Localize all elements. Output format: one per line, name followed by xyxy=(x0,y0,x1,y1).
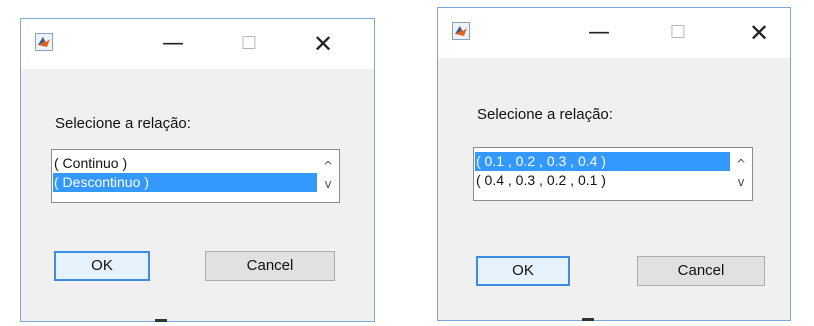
resize-grip-icon xyxy=(155,319,167,322)
resize-grip-icon xyxy=(582,318,594,321)
scroll-up-arrow-icon[interactable]: ^ xyxy=(731,155,751,173)
minimize-button[interactable]: — xyxy=(153,29,193,59)
cancel-button[interactable]: Cancel xyxy=(637,256,765,286)
matlab-logo-icon xyxy=(452,22,470,40)
relation-listbox[interactable]: ( 0.1 , 0.2 , 0.3 , 0.4 ) ( 0.4 , 0.3 , … xyxy=(473,147,753,201)
dialog-continuity: — ☐ ✕ Selecione a relação: ( Continuo ) … xyxy=(20,18,375,322)
vertical-scrollbar[interactable]: ^ v xyxy=(318,151,338,201)
list-item-selected[interactable]: ( Descontinuo ) xyxy=(53,173,317,192)
titlebar[interactable]: — ☐ ✕ xyxy=(21,19,374,69)
list-item-selected[interactable]: ( 0.1 , 0.2 , 0.3 , 0.4 ) xyxy=(475,152,730,171)
close-button[interactable]: ✕ xyxy=(739,18,779,48)
scroll-down-arrow-icon[interactable]: v xyxy=(318,175,338,193)
ok-button[interactable]: OK xyxy=(476,256,570,286)
ok-button[interactable]: OK xyxy=(54,251,150,281)
maximize-button[interactable]: ☐ xyxy=(229,29,269,59)
maximize-button[interactable]: ☐ xyxy=(658,18,698,48)
list-item[interactable]: ( Continuo ) xyxy=(53,154,317,173)
dialog-weights: — ☐ ✕ Selecione a relação: ( 0.1 , 0.2 ,… xyxy=(437,7,791,321)
titlebar[interactable]: — ☐ ✕ xyxy=(438,8,790,58)
relation-listbox[interactable]: ( Continuo ) ( Descontinuo ) ^ v xyxy=(51,149,340,203)
scroll-up-arrow-icon[interactable]: ^ xyxy=(318,157,338,175)
matlab-logo-icon xyxy=(35,33,53,51)
prompt-label: Selecione a relação: xyxy=(477,106,613,123)
prompt-label: Selecione a relação: xyxy=(55,115,191,132)
list-item[interactable]: ( 0.4 , 0.3 , 0.2 , 0.1 ) xyxy=(475,171,730,190)
vertical-scrollbar[interactable]: ^ v xyxy=(731,149,751,199)
minimize-button[interactable]: — xyxy=(579,18,619,48)
close-button[interactable]: ✕ xyxy=(303,29,343,59)
cancel-button[interactable]: Cancel xyxy=(205,251,335,281)
scroll-down-arrow-icon[interactable]: v xyxy=(731,173,751,191)
